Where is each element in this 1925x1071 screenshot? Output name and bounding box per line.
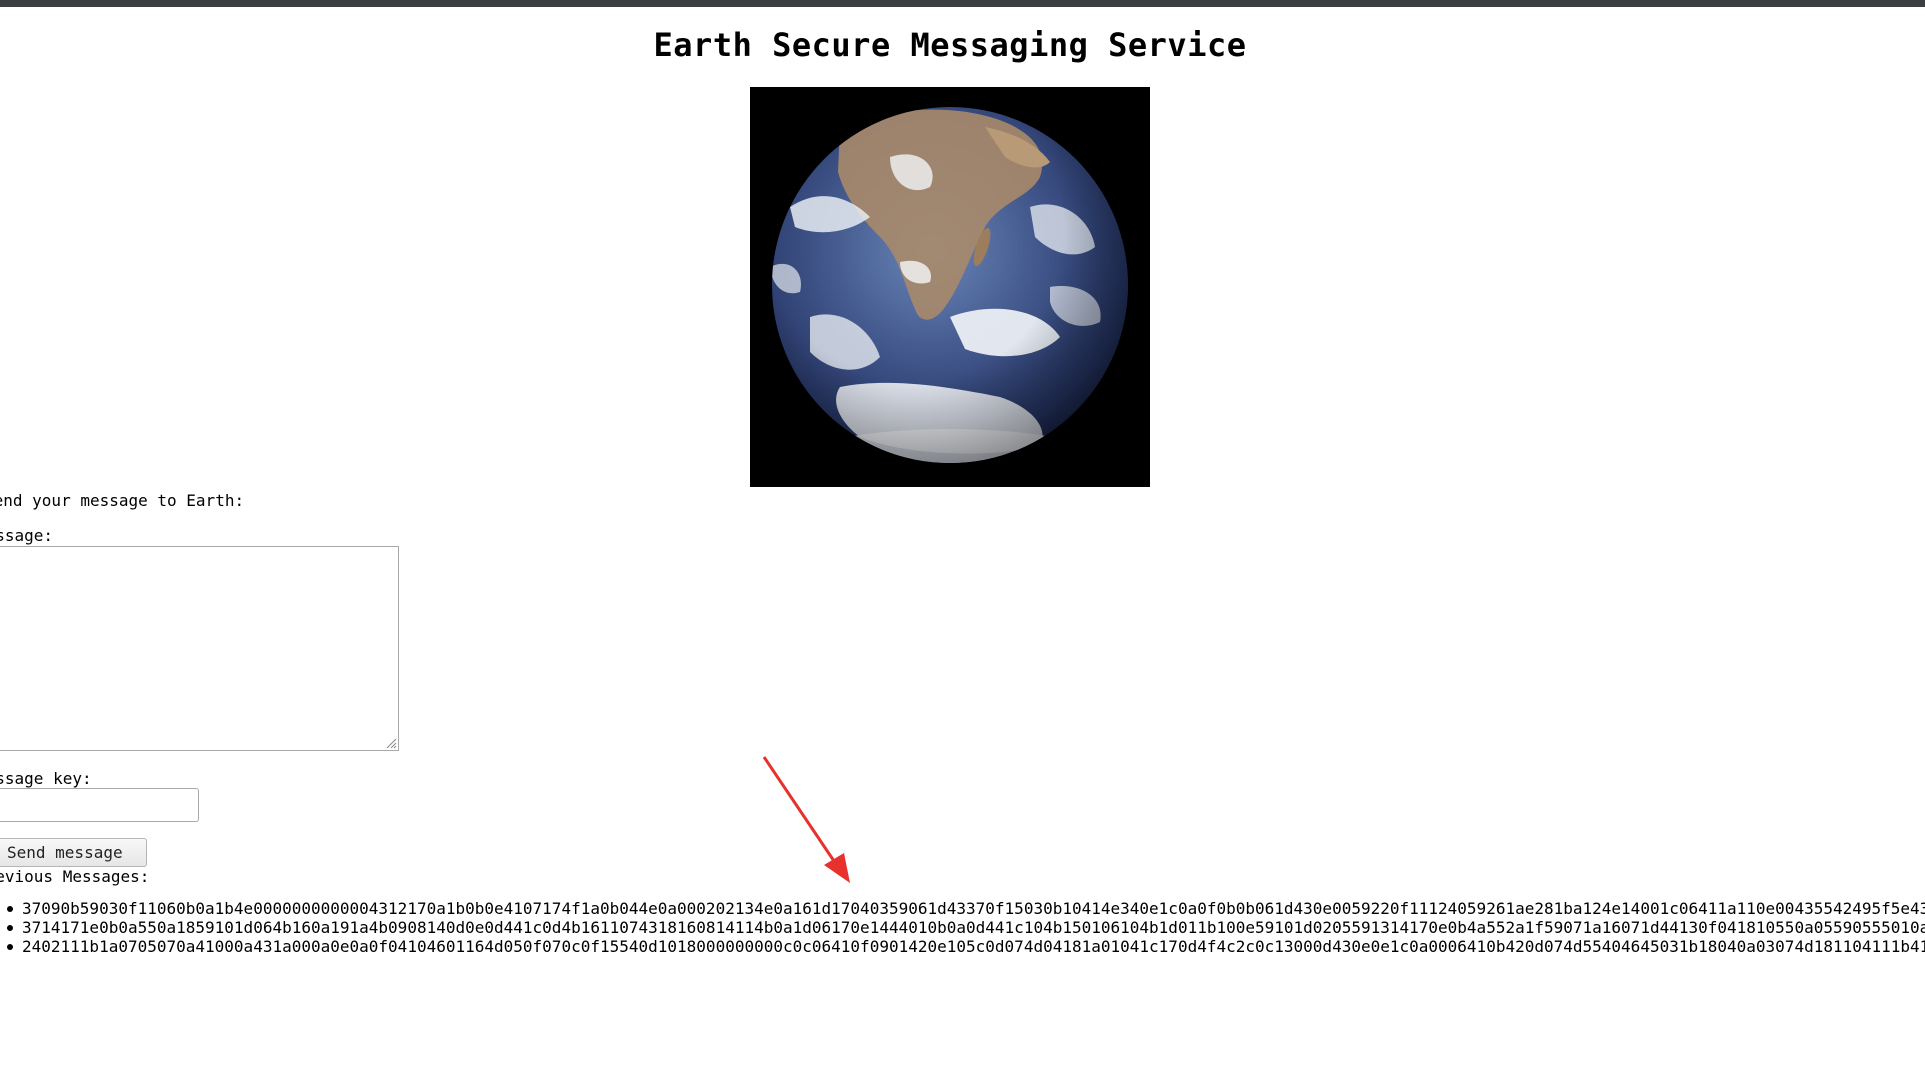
bullet-icon [7,906,13,912]
resize-grip-icon[interactable] [385,737,397,749]
message-key-label: Message key: [0,769,92,788]
send-message-button[interactable]: Send message [0,838,147,867]
red-arrow-annotation-icon [762,756,850,883]
message-textarea[interactable] [0,546,399,751]
earth-image [750,87,1150,487]
previous-messages-heading: Previous Messages: [0,867,150,886]
bullet-icon [7,925,13,931]
message-key-input[interactable] [0,788,199,822]
bullet-icon [7,944,13,950]
earth-globe-picture [750,87,1150,487]
message-ciphertext: 3714171e0b0a550a1859101d064b160a191a4b09… [22,918,1925,937]
previous-messages-list: 37090b59030f11060b0a1b4e0000000000004312… [0,899,1925,956]
list-item: 2402111b1a0705070a41000a431a000a0e0a0f04… [0,937,1925,956]
browser-top-bar [0,0,1925,7]
page-title: Earth Secure Messaging Service [653,26,1247,64]
page: Earth Secure Messaging Service Send your… [0,0,1925,1071]
message-ciphertext: 2402111b1a0705070a41000a431a000a0e0a0f04… [22,937,1925,956]
message-ciphertext: 37090b59030f11060b0a1b4e0000000000004312… [22,899,1925,918]
message-field-label: Message: [0,526,54,545]
send-section-label: Send your message to Earth: [0,491,245,510]
list-item: 3714171e0b0a550a1859101d064b160a191a4b09… [0,918,1925,937]
list-item: 37090b59030f11060b0a1b4e0000000000004312… [0,899,1925,918]
